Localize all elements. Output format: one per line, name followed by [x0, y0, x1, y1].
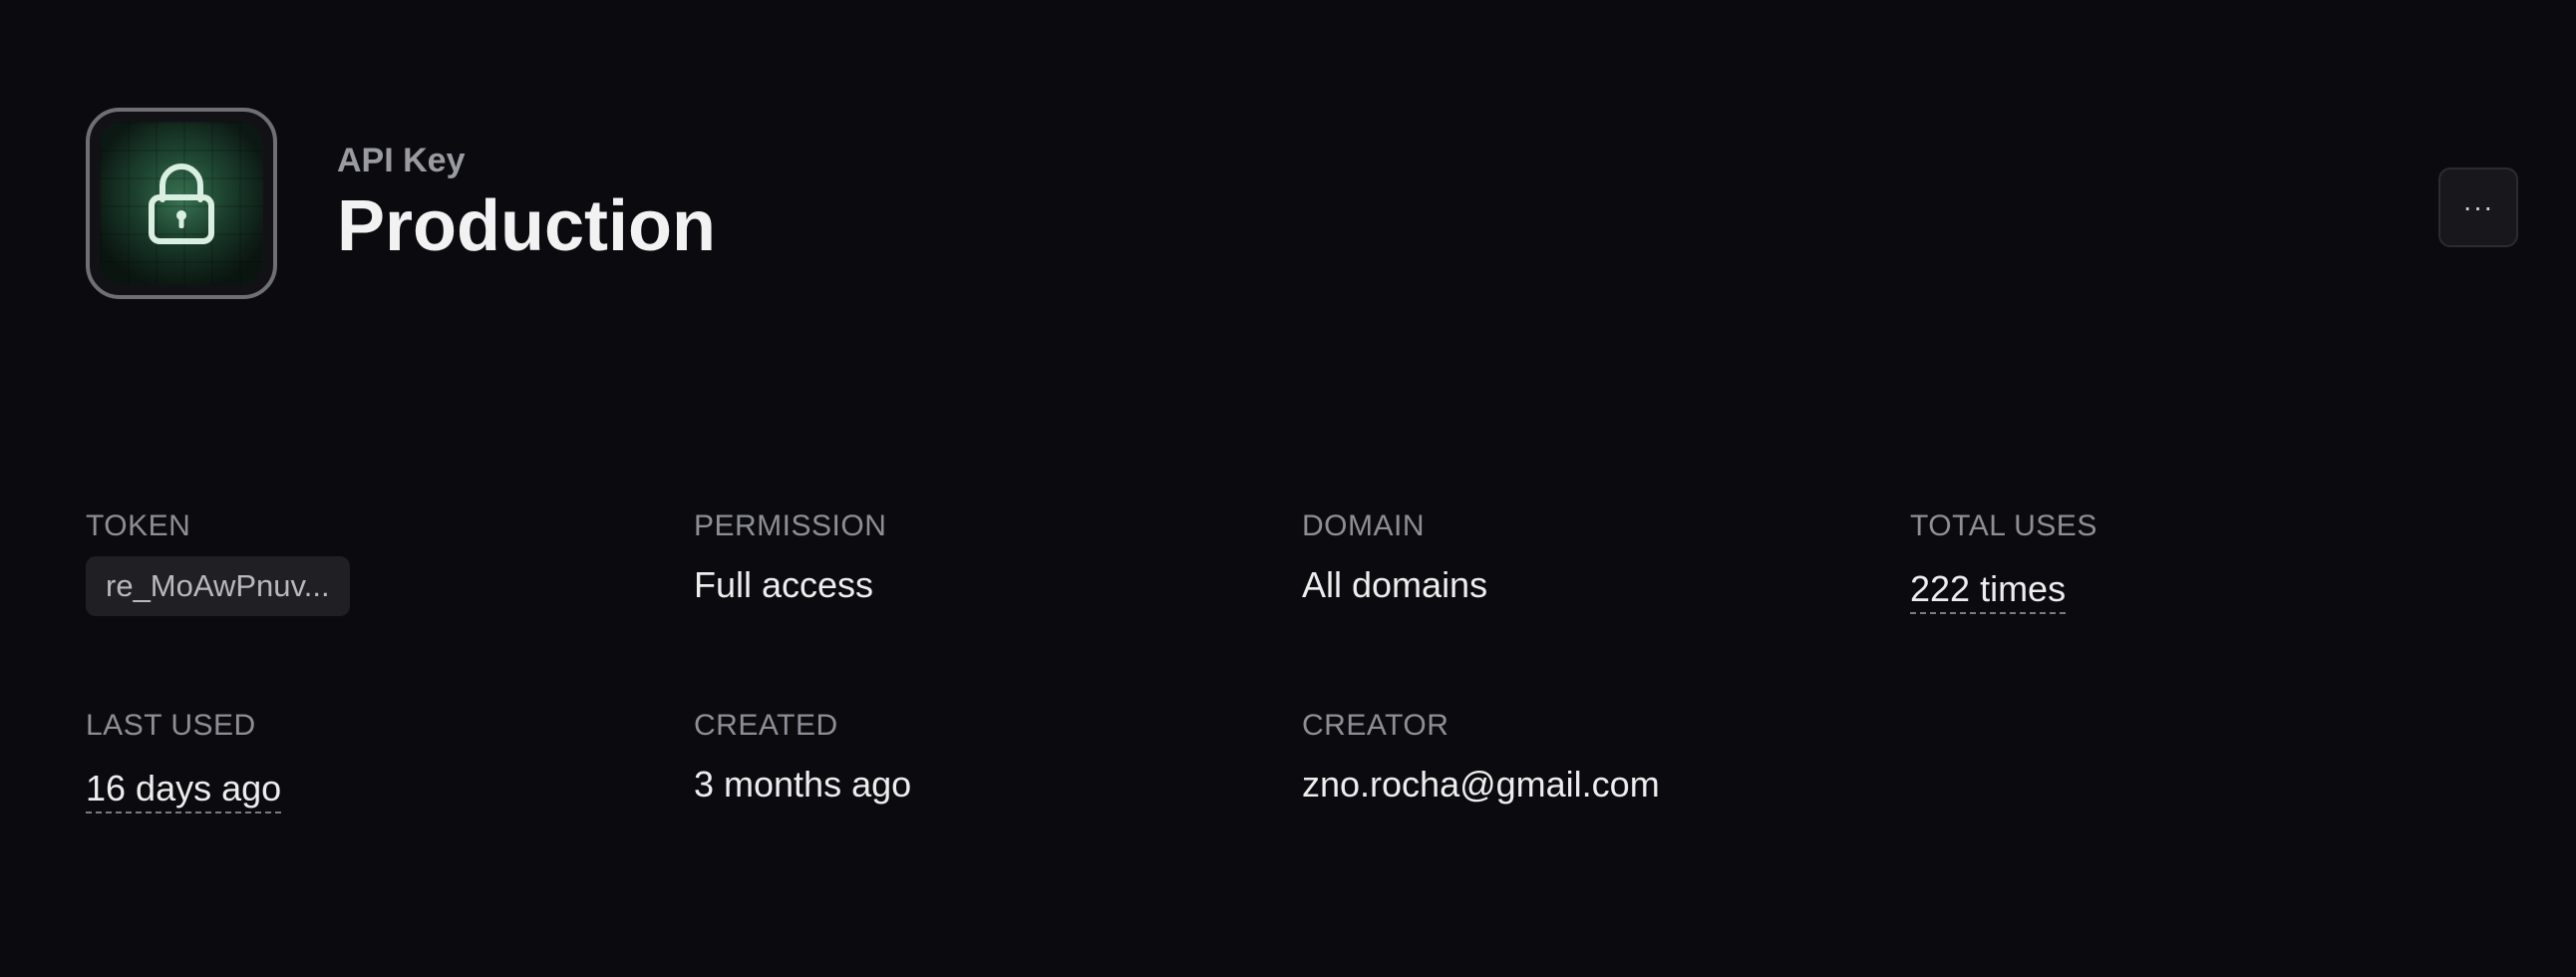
api-key-details: TOKEN re_MoAwPnuv... PERMISSION Full acc… [86, 508, 2518, 907]
last-used-detail: LAST USED 16 days ago [86, 708, 694, 907]
creator-label: CREATOR [1302, 709, 1449, 742]
permission-label: PERMISSION [694, 509, 887, 542]
page-title: Production [337, 185, 716, 266]
api-key-header: API Key Production [86, 108, 716, 299]
creator-value: zno.rocha@gmail.com [1302, 764, 1660, 805]
created-label: CREATED [694, 709, 838, 742]
token-value[interactable]: re_MoAwPnuv... [86, 556, 350, 616]
created-detail: CREATED 3 months ago [694, 708, 1302, 907]
more-options-icon: ··· [2462, 191, 2494, 222]
last-used-label: LAST USED [86, 709, 256, 742]
domain-label: DOMAIN [1302, 509, 1425, 542]
permission-detail: PERMISSION Full access [694, 508, 1302, 708]
token-label: TOKEN [86, 509, 191, 542]
domain-value: All domains [1302, 564, 1488, 605]
domain-detail: DOMAIN All domains [1302, 508, 1910, 708]
total-uses-value[interactable]: 222 times [1910, 568, 2067, 614]
api-key-page: API Key Production ··· TOKEN re_MoAwPnuv… [0, 0, 2576, 977]
token-detail: TOKEN re_MoAwPnuv... [86, 508, 694, 708]
more-options-button[interactable]: ··· [2438, 167, 2518, 247]
title-group: API Key Production [337, 141, 716, 266]
last-used-value[interactable]: 16 days ago [86, 768, 282, 814]
permission-value: Full access [694, 564, 874, 605]
api-key-avatar [86, 108, 277, 299]
page-eyebrow: API Key [337, 142, 466, 179]
creator-detail: CREATOR zno.rocha@gmail.com [1302, 708, 1910, 907]
created-value: 3 months ago [694, 764, 912, 805]
lock-icon [149, 163, 214, 244]
total-uses-label: TOTAL USES [1910, 509, 2097, 542]
api-key-avatar-inner [100, 122, 263, 285]
total-uses-detail: TOTAL USES 222 times [1910, 508, 2518, 708]
